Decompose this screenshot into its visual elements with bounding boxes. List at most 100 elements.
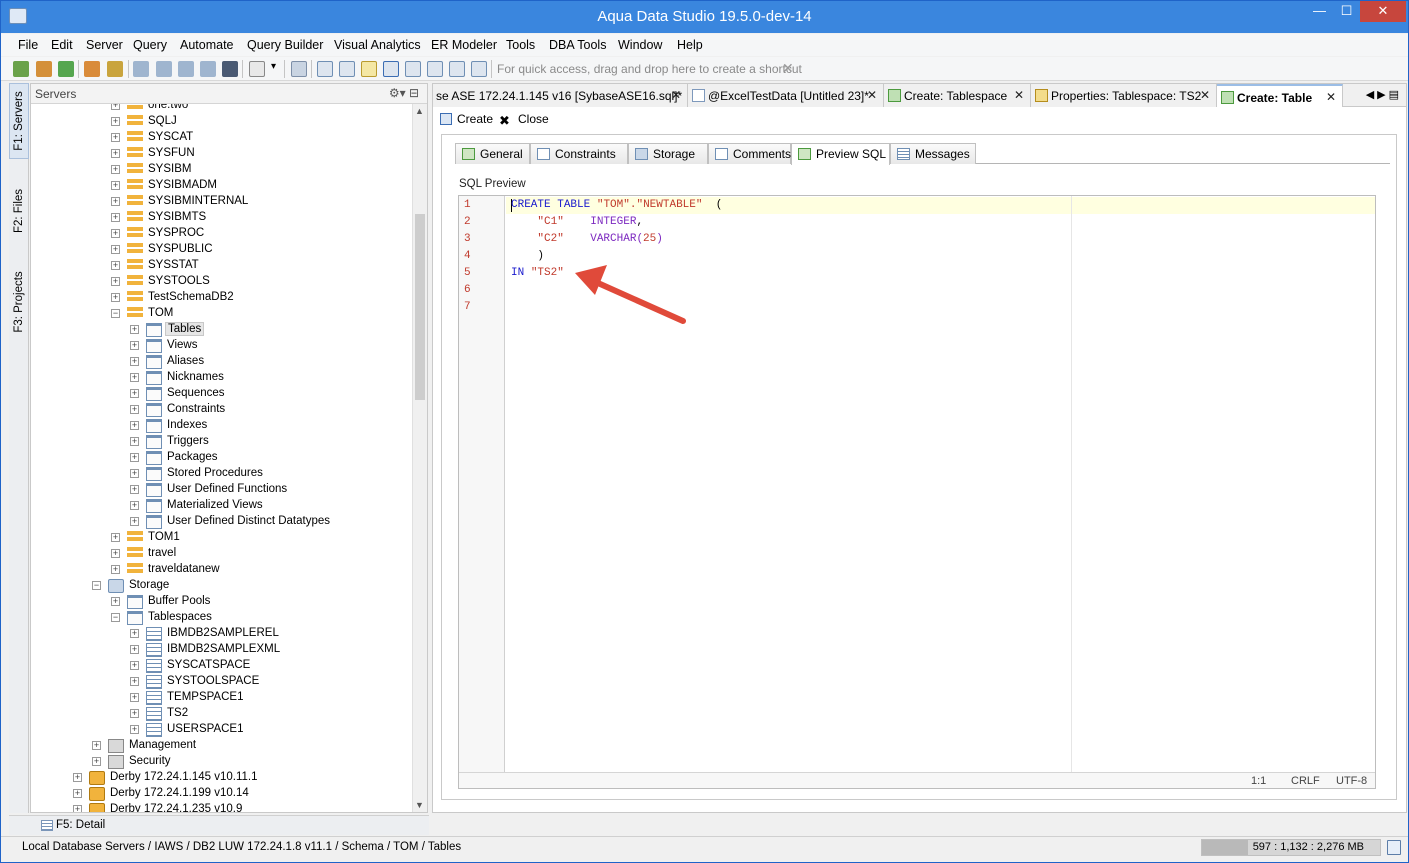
tab-excel-test-data[interactable]: @ExcelTestData [Untitled 23]* ✕	[688, 84, 884, 107]
expand-icon[interactable]: +	[111, 277, 120, 286]
menu-query[interactable]: Query	[133, 38, 167, 52]
collapse-icon[interactable]: −	[92, 581, 101, 590]
tab-close-icon[interactable]: ✕	[867, 88, 877, 102]
menu-file[interactable]: File	[18, 38, 38, 52]
register-server-icon[interactable]	[13, 61, 29, 77]
expand-icon[interactable]: +	[111, 565, 120, 574]
collapse-icon[interactable]: −	[111, 309, 120, 318]
tab-close-icon[interactable]: ✕	[1326, 90, 1336, 104]
expand-icon[interactable]: +	[130, 709, 139, 718]
side-tab-projects[interactable]: F3: Projects	[9, 259, 29, 345]
connect-server-icon[interactable]	[58, 61, 74, 77]
menu-dba-tools[interactable]: DBA Tools	[549, 38, 606, 52]
terminal-icon[interactable]	[222, 61, 238, 77]
expand-icon[interactable]: +	[92, 741, 101, 750]
table-view-icon[interactable]	[339, 61, 355, 77]
expand-icon[interactable]: +	[130, 421, 139, 430]
tab-close-icon[interactable]: ✕	[1014, 88, 1024, 102]
close-button[interactable]: ✖ Close	[499, 112, 549, 127]
subtab-constraints[interactable]: Constraints	[530, 143, 628, 164]
expand-icon[interactable]: +	[130, 677, 139, 686]
expand-icon[interactable]: +	[130, 453, 139, 462]
columns-view-icon[interactable]	[427, 61, 443, 77]
subtab-storage[interactable]: Storage	[628, 143, 708, 164]
navigator-options-icon[interactable]: ⚙▾ ⊟	[389, 86, 419, 100]
expand-icon[interactable]: +	[111, 181, 120, 190]
grid-view-icon[interactable]	[317, 61, 333, 77]
expand-icon[interactable]: +	[73, 805, 82, 812]
subtab-general[interactable]: General	[455, 143, 530, 164]
menu-visual-analytics[interactable]: Visual Analytics	[334, 38, 421, 52]
expand-icon[interactable]: +	[130, 661, 139, 670]
compare-icon[interactable]	[178, 61, 194, 77]
query-window-icon[interactable]	[133, 61, 149, 77]
subtab-preview-sql[interactable]: Preview SQL	[791, 143, 890, 165]
create-button[interactable]: Create	[440, 112, 493, 126]
quick-access-close-icon[interactable]: ✕	[782, 60, 794, 77]
expand-icon[interactable]: +	[130, 405, 139, 414]
expand-icon[interactable]: +	[130, 501, 139, 510]
expand-icon[interactable]: +	[130, 357, 139, 366]
menu-query-builder[interactable]: Query Builder	[247, 38, 323, 52]
close-window-button[interactable]: ✕	[1360, 1, 1406, 22]
expand-icon[interactable]: +	[111, 104, 120, 110]
expand-icon[interactable]: +	[130, 373, 139, 382]
expand-icon[interactable]: +	[111, 213, 120, 222]
expand-icon[interactable]: +	[111, 197, 120, 206]
new-file-dropdown[interactable]: ▾	[271, 61, 276, 72]
expand-icon[interactable]: +	[111, 133, 120, 142]
expand-icon[interactable]: +	[111, 293, 120, 302]
expand-icon[interactable]: +	[111, 597, 120, 606]
scroll-thumb[interactable]	[415, 214, 425, 400]
side-tab-files[interactable]: F2: Files	[9, 175, 29, 247]
subtab-messages[interactable]: Messages	[890, 143, 976, 164]
expand-icon[interactable]: +	[130, 629, 139, 638]
highlight-view-icon[interactable]	[361, 61, 377, 77]
menu-server[interactable]: Server	[86, 38, 123, 52]
refresh-server-icon[interactable]	[107, 61, 123, 77]
subtab-comments[interactable]: Comments	[708, 143, 791, 164]
tile-view-icon[interactable]	[449, 61, 465, 77]
tab-close-icon[interactable]: ✕	[671, 88, 681, 102]
detail-tab[interactable]: F5: Detail	[56, 819, 105, 831]
split-view-icon[interactable]	[405, 61, 421, 77]
encoding[interactable]: UTF-8	[1336, 775, 1367, 787]
expand-icon[interactable]: +	[130, 485, 139, 494]
expand-icon[interactable]: +	[130, 693, 139, 702]
tab-sybase-script[interactable]: se ASE 172.24.1.145 v16 [SybaseASE16.sql…	[433, 84, 688, 107]
menu-automate[interactable]: Automate	[180, 38, 234, 52]
expand-icon[interactable]: +	[111, 261, 120, 270]
tab-create-table[interactable]: Create: Table ✕	[1217, 84, 1343, 107]
scroll-up-icon[interactable]: ▲	[415, 106, 424, 116]
expand-icon[interactable]: +	[111, 229, 120, 238]
edit-server-icon[interactable]	[36, 61, 52, 77]
garbage-collect-icon[interactable]	[1387, 840, 1401, 855]
expand-icon[interactable]: +	[111, 549, 120, 558]
tree-scrollbar[interactable]: ▲ ▼	[412, 104, 427, 812]
expand-icon[interactable]: +	[92, 757, 101, 766]
tab-create-tablespace[interactable]: Create: Tablespace ✕	[884, 84, 1031, 107]
layout-view-icon[interactable]	[383, 61, 399, 77]
expand-icon[interactable]: +	[130, 341, 139, 350]
expand-icon[interactable]: +	[130, 645, 139, 654]
expand-icon[interactable]: +	[130, 389, 139, 398]
expand-icon[interactable]: +	[111, 117, 120, 126]
window-view-icon[interactable]	[471, 61, 487, 77]
expand-icon[interactable]: +	[130, 517, 139, 526]
expand-icon[interactable]: +	[111, 533, 120, 542]
expand-icon[interactable]: +	[111, 165, 120, 174]
menu-tools[interactable]: Tools	[506, 38, 535, 52]
collapse-icon[interactable]: −	[111, 613, 120, 622]
menu-er-modeler[interactable]: ER Modeler	[431, 38, 497, 52]
maximize-button[interactable]: ☐	[1333, 1, 1360, 22]
query-builder-icon[interactable]	[156, 61, 172, 77]
line-ending[interactable]: CRLF	[1291, 775, 1320, 787]
expand-icon[interactable]: +	[73, 789, 82, 798]
expand-icon[interactable]: +	[111, 149, 120, 158]
side-tab-servers[interactable]: F1: Servers	[9, 83, 29, 159]
expand-icon[interactable]: +	[130, 437, 139, 446]
scroll-down-icon[interactable]: ▼	[415, 800, 424, 810]
tab-properties-tablespace[interactable]: Properties: Tablespace: TS2 ✕	[1031, 84, 1217, 107]
menu-help[interactable]: Help	[677, 38, 703, 52]
expand-icon[interactable]: +	[130, 469, 139, 478]
